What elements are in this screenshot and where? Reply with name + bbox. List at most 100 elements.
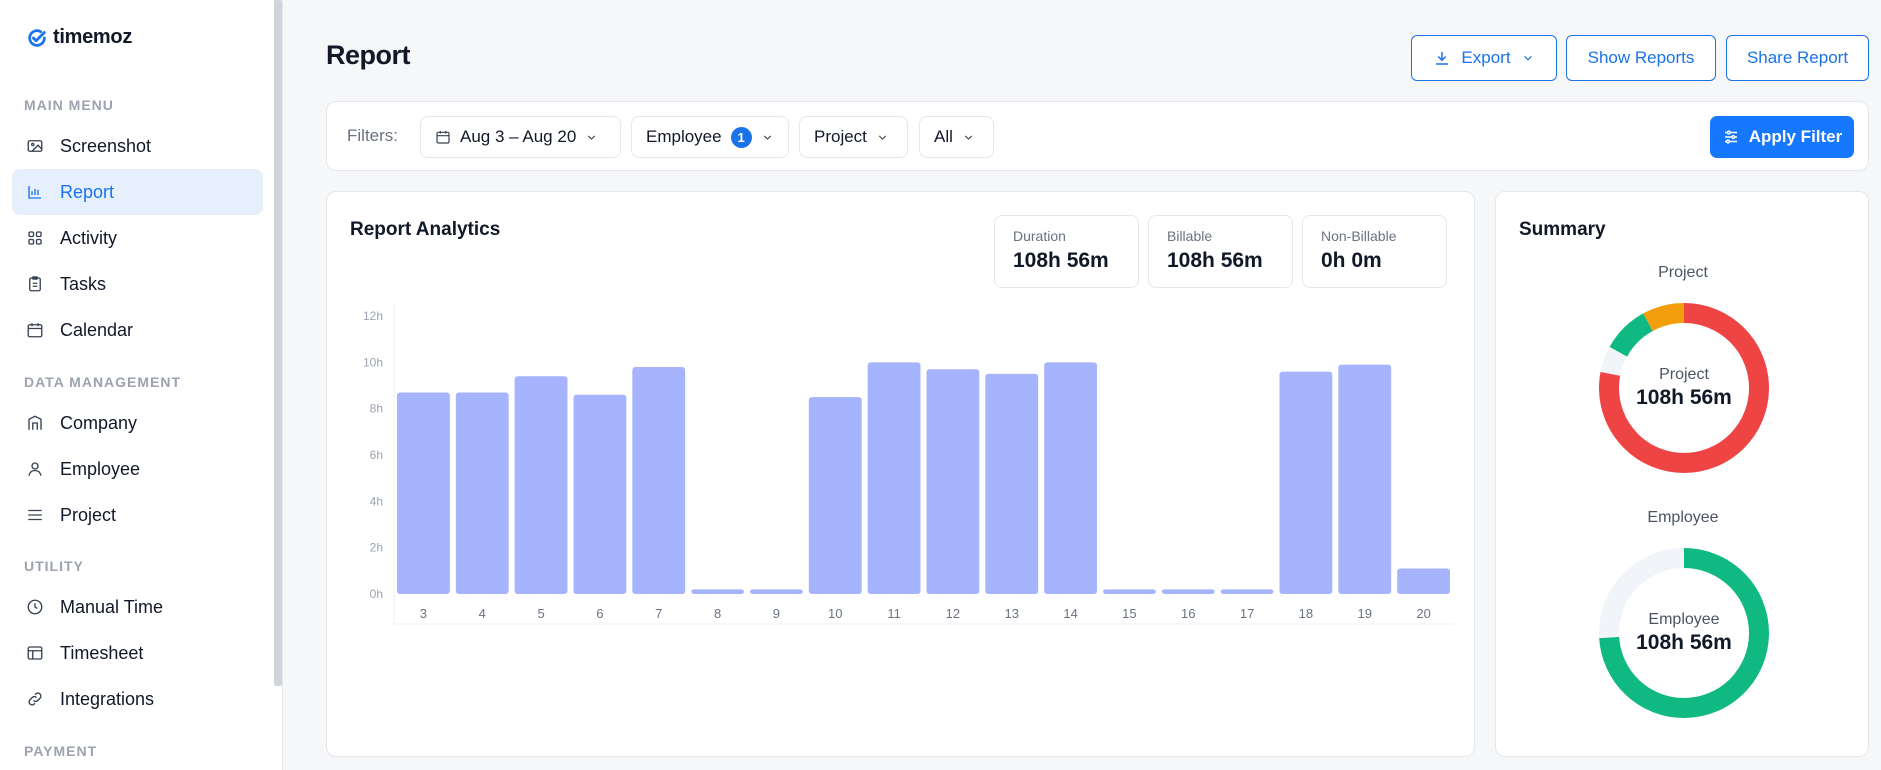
y-tick-label: 0h bbox=[370, 587, 383, 601]
download-icon bbox=[1436, 52, 1449, 65]
sidebar-item-manual-time[interactable]: Manual Time bbox=[12, 584, 263, 630]
y-tick-label: 10h bbox=[363, 355, 383, 369]
employee-filter-label: Employee bbox=[646, 127, 722, 146]
project-donut-label: Project bbox=[1659, 366, 1709, 383]
sidebar-item-calendar[interactable]: Calendar bbox=[12, 307, 263, 353]
sidebar-scrollbar[interactable] bbox=[274, 0, 282, 686]
x-tick-label: 7 bbox=[655, 606, 662, 621]
x-tick-label: 3 bbox=[420, 606, 427, 621]
share-report-button[interactable]: Share Report bbox=[1726, 35, 1869, 81]
employee-count-badge: 1 bbox=[730, 126, 752, 148]
chart-bar[interactable] bbox=[808, 397, 862, 594]
user-icon bbox=[28, 462, 42, 476]
chart-bar[interactable] bbox=[632, 366, 686, 594]
sidebar-item-employee[interactable]: Employee bbox=[12, 446, 263, 492]
chart-bar[interactable] bbox=[1044, 362, 1097, 594]
export-button[interactable]: Export bbox=[1411, 35, 1557, 81]
bar-chart-icon bbox=[28, 186, 41, 199]
chart-bar[interactable] bbox=[867, 362, 921, 594]
chart-bar[interactable] bbox=[1103, 589, 1156, 594]
stat-billable: Billable 108h 56m bbox=[1148, 215, 1293, 288]
y-tick-label: 8h bbox=[370, 402, 383, 416]
y-tick-label: 6h bbox=[370, 448, 383, 462]
chart-bar[interactable] bbox=[926, 369, 980, 594]
building-icon bbox=[28, 415, 42, 430]
filter-bar: Filters: Aug 3 – Aug 20 Employee 1 Proje… bbox=[326, 101, 1869, 171]
sidebar-item-label: Integrations bbox=[60, 688, 155, 709]
stat-value: 108h 56m bbox=[1167, 249, 1263, 272]
sidebar-item-screenshot[interactable]: Screenshot bbox=[12, 123, 263, 169]
app-logo[interactable]: timemoz bbox=[26, 26, 132, 49]
x-tick-label: 20 bbox=[1416, 606, 1430, 621]
sliders-icon bbox=[1724, 130, 1737, 144]
filters-label: Filters: bbox=[347, 126, 398, 145]
chart-bar[interactable] bbox=[455, 392, 509, 594]
logo-check-icon bbox=[28, 28, 46, 47]
x-tick-label: 6 bbox=[596, 606, 603, 621]
chart-bar[interactable] bbox=[1397, 568, 1450, 594]
chart-bar[interactable] bbox=[1279, 371, 1333, 594]
sidebar-item-label: Company bbox=[60, 412, 138, 433]
report-analytics-card: Report Analytics Duration 108h 56m Billa… bbox=[326, 191, 1475, 757]
chart-bar[interactable] bbox=[573, 394, 627, 594]
sidebar-item-timesheet[interactable]: Timesheet bbox=[12, 630, 263, 676]
x-tick-label: 10 bbox=[828, 606, 842, 621]
y-tick-label: 4h bbox=[370, 494, 383, 508]
sidebar-item-label: Activity bbox=[60, 227, 118, 248]
sidebar-item-project[interactable]: Project bbox=[12, 492, 263, 538]
report-analytics-title: Report Analytics bbox=[350, 219, 501, 240]
apply-filter-button[interactable]: Apply Filter bbox=[1710, 116, 1854, 158]
stat-label: Non-Billable bbox=[1321, 228, 1397, 244]
date-range-value: Aug 3 – Aug 20 bbox=[460, 127, 577, 146]
sidebar-item-tasks[interactable]: Tasks bbox=[12, 261, 263, 307]
employee-donut-value: 108h 56m bbox=[1636, 631, 1732, 654]
section-main-menu: MAIN MENU bbox=[24, 97, 114, 113]
apply-filter-label: Apply Filter bbox=[1748, 127, 1843, 146]
page-title: Report bbox=[326, 40, 411, 70]
all-filter-label: All bbox=[934, 127, 953, 146]
sidebar-item-integrations[interactable]: Integrations bbox=[12, 676, 263, 722]
sidebar-item-label: Screenshot bbox=[60, 135, 152, 156]
stat-label: Duration bbox=[1013, 228, 1066, 244]
chart-bar[interactable] bbox=[1338, 364, 1392, 594]
stat-duration: Duration 108h 56m bbox=[994, 215, 1139, 288]
project-donut-title: Project bbox=[1658, 264, 1708, 281]
sidebar-item-label: Project bbox=[60, 504, 117, 525]
clock-icon bbox=[27, 599, 43, 615]
chart-bar[interactable] bbox=[985, 373, 1039, 594]
sidebar-item-label: Report bbox=[60, 181, 115, 202]
chart-bar[interactable] bbox=[1220, 589, 1274, 594]
list-icon bbox=[28, 509, 42, 521]
chart-bar[interactable] bbox=[691, 589, 744, 594]
project-filter-label: Project bbox=[814, 127, 867, 146]
chart-bar[interactable] bbox=[750, 589, 803, 594]
x-tick-label: 14 bbox=[1063, 606, 1077, 621]
x-tick-label: 18 bbox=[1299, 606, 1313, 621]
sidebar-item-label: Employee bbox=[60, 458, 141, 479]
employee-donut-center: Employee 108h 56m bbox=[1598, 547, 1770, 719]
chevron-down-icon bbox=[763, 134, 771, 140]
x-tick-label: 5 bbox=[537, 606, 544, 621]
project-filter[interactable]: Project bbox=[799, 116, 908, 158]
chart-bar[interactable] bbox=[397, 392, 450, 594]
section-utility: UTILITY bbox=[24, 558, 84, 574]
chart-bar[interactable] bbox=[1161, 589, 1215, 594]
x-tick-label: 17 bbox=[1240, 606, 1254, 621]
date-range-filter[interactable]: Aug 3 – Aug 20 bbox=[420, 116, 621, 158]
sidebar-item-label: Timesheet bbox=[60, 642, 144, 663]
employee-donut-label: Employee bbox=[1648, 611, 1720, 628]
sidebar-item-label: Manual Time bbox=[60, 596, 164, 617]
employee-filter[interactable]: Employee 1 bbox=[631, 116, 789, 158]
chart-bar[interactable] bbox=[514, 376, 568, 594]
sidebar-item-report[interactable]: Report bbox=[12, 169, 263, 215]
x-tick-label: 15 bbox=[1122, 606, 1136, 621]
stat-value: 108h 56m bbox=[1013, 249, 1109, 272]
x-tick-label: 11 bbox=[887, 606, 901, 621]
project-donut-value: 108h 56m bbox=[1636, 386, 1732, 409]
sidebar-item-company[interactable]: Company bbox=[12, 400, 263, 446]
sidebar-item-activity[interactable]: Activity bbox=[12, 215, 263, 261]
x-tick-label: 13 bbox=[1005, 606, 1019, 621]
grid-icon bbox=[28, 231, 42, 245]
show-reports-button[interactable]: Show Reports bbox=[1566, 35, 1716, 81]
all-filter[interactable]: All bbox=[919, 116, 994, 158]
